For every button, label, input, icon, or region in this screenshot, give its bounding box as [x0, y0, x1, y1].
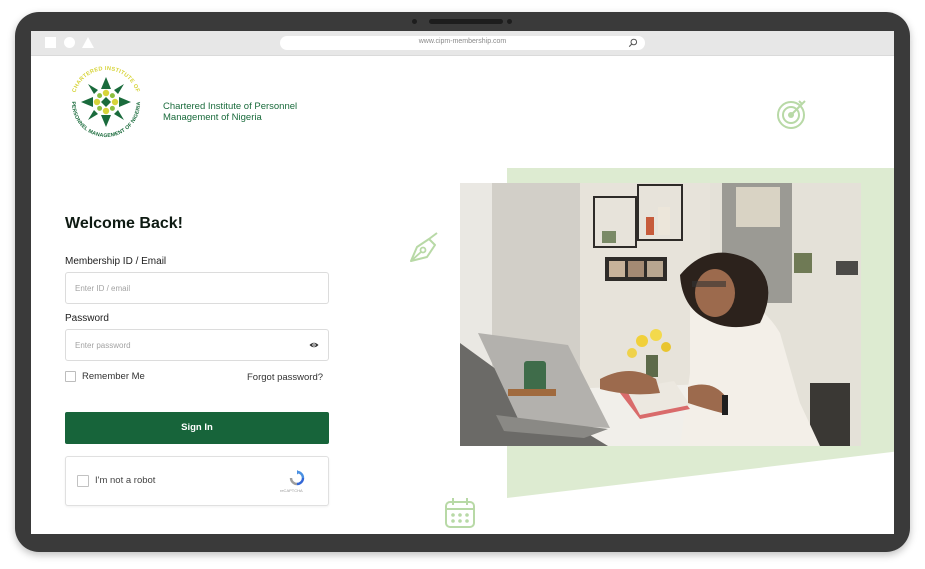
url-text: www.cipm-membership.com: [418, 38, 507, 45]
recaptcha-label: I'm not a robot: [95, 475, 156, 486]
window-circle-control[interactable]: [64, 37, 75, 48]
recaptcha-checkbox[interactable]: [77, 475, 89, 487]
organization-name-line2: Management of Nigeria: [163, 112, 262, 123]
recaptcha-icon: [289, 470, 305, 486]
remember-me[interactable]: Remember Me: [65, 371, 145, 382]
cipm-logo: CHARTERED INSTITUTE OF PERSONNEL MANAGEM…: [66, 62, 146, 142]
forgot-password-link[interactable]: Forgot password?: [247, 372, 323, 383]
remember-me-label: Remember Me: [82, 371, 145, 382]
speaker-bar: [429, 19, 503, 24]
calendar-icon: [445, 498, 475, 528]
search-icon[interactable]: [628, 38, 638, 48]
membership-id-input[interactable]: [75, 273, 295, 303]
membership-id-label: Membership ID / Email: [65, 256, 167, 267]
remember-me-checkbox[interactable]: [65, 371, 76, 382]
membership-id-field[interactable]: [65, 272, 329, 304]
organization-name-line1: Chartered Institute of Personnel: [163, 101, 298, 112]
pen-nib-icon: [410, 232, 438, 262]
camera-dot: [507, 19, 512, 24]
eye-icon[interactable]: [309, 341, 319, 349]
hero-photo: [460, 183, 861, 446]
device-frame: www.cipm-membership.com CHARTERED INSTIT…: [15, 12, 910, 552]
password-field[interactable]: [65, 329, 329, 361]
target-icon: [777, 100, 806, 129]
camera-dot: [412, 19, 417, 24]
window-triangle-control[interactable]: [82, 37, 94, 48]
screen: www.cipm-membership.com CHARTERED INSTIT…: [31, 31, 894, 534]
address-bar[interactable]: www.cipm-membership.com: [280, 36, 645, 50]
organization-name: Chartered Institute of Personnel Managem…: [163, 101, 333, 123]
recaptcha-widget: I'm not a robot reCAPTCHA: [65, 456, 329, 506]
window-square-control[interactable]: [45, 37, 56, 48]
sign-in-button[interactable]: Sign In: [65, 412, 329, 444]
password-input[interactable]: [75, 330, 295, 360]
browser-bar: www.cipm-membership.com: [31, 31, 894, 56]
page-title: Welcome Back!: [65, 215, 183, 232]
recaptcha-brand: reCAPTCHA: [280, 488, 303, 493]
password-label: Password: [65, 313, 109, 324]
